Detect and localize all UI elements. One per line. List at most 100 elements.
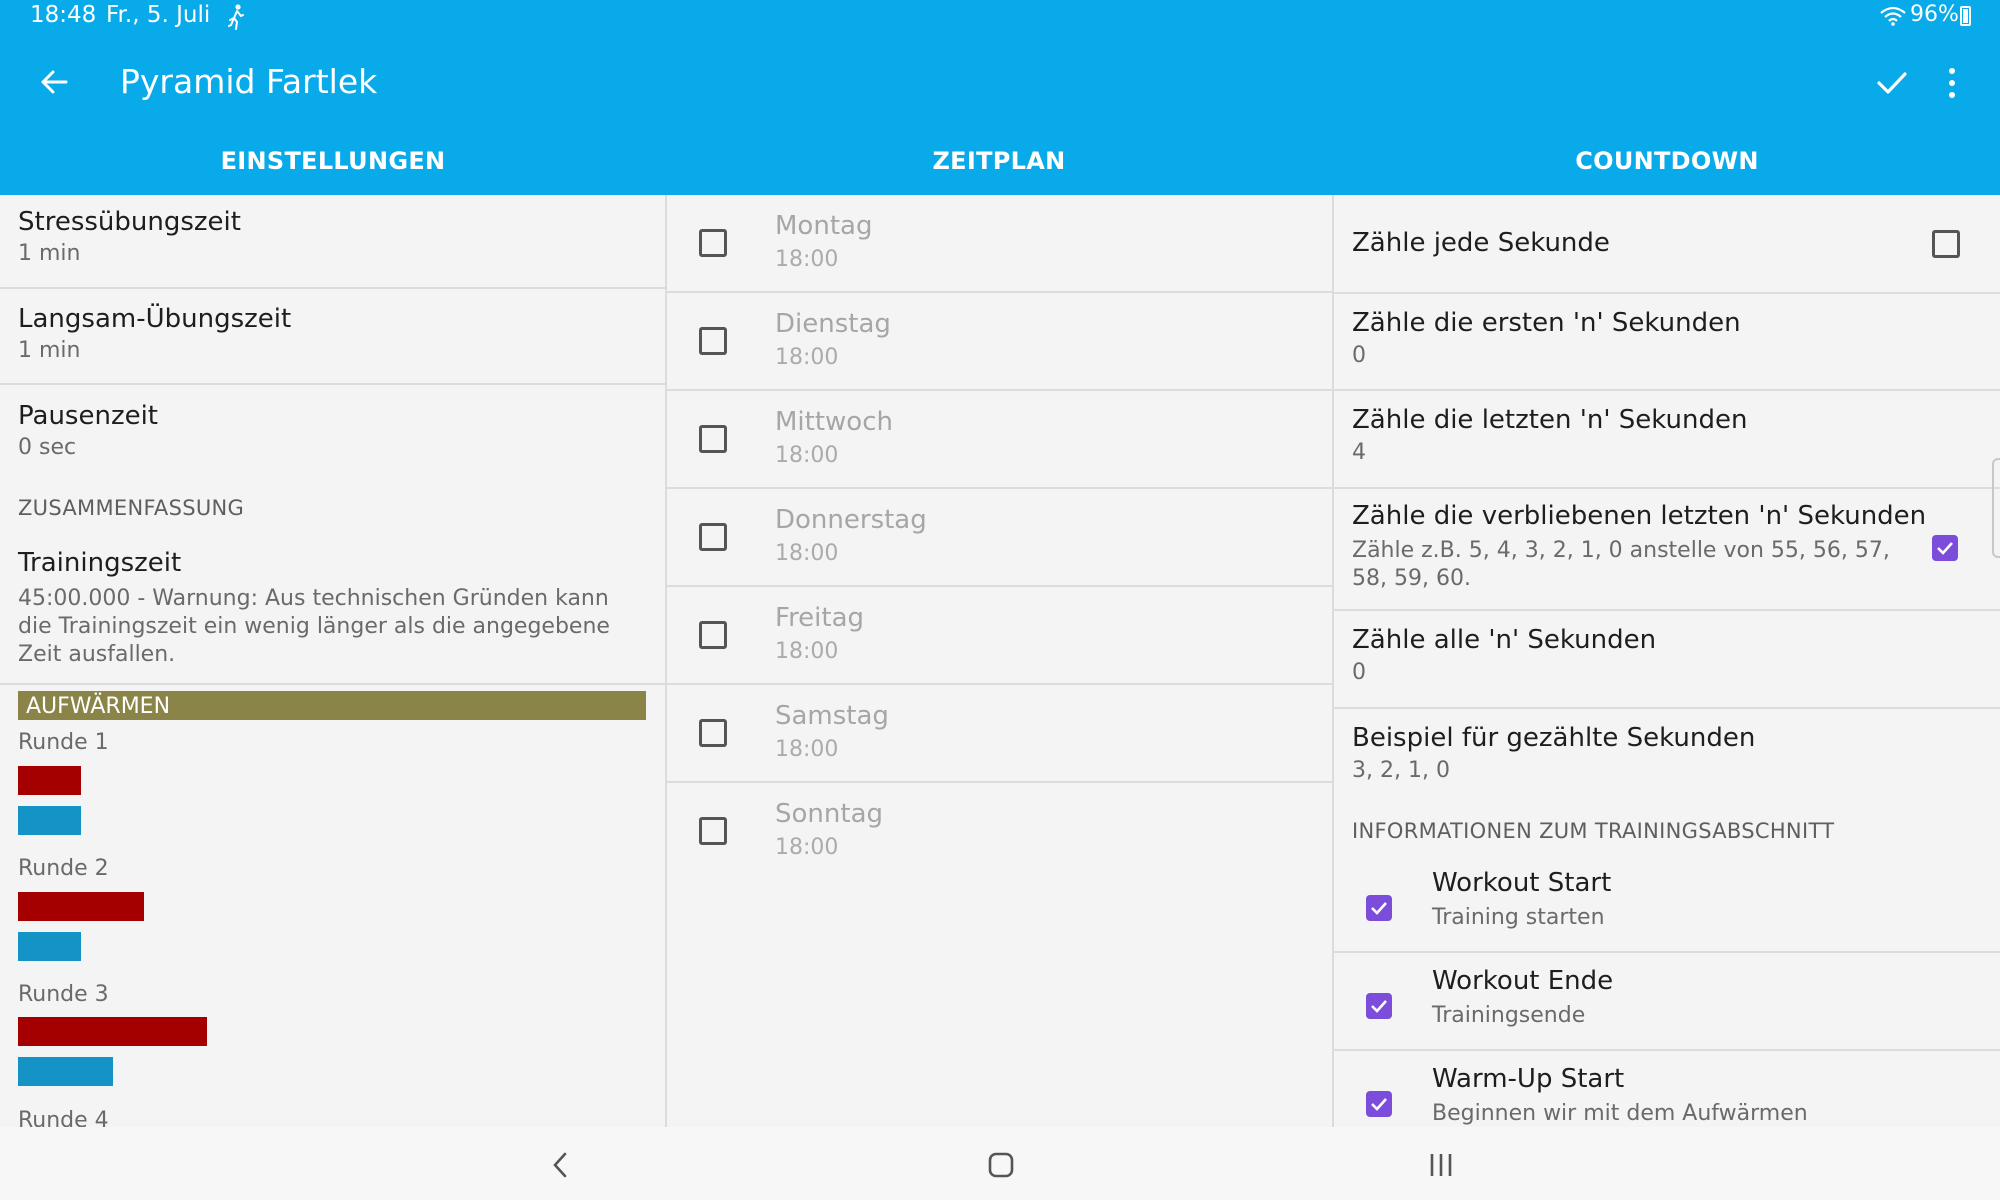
count-first-n-title: Zähle die ersten 'n' Sekunden <box>1352 308 1741 338</box>
training-time-text: 45:00.000 - Warnung: Aus technischen Grü… <box>18 586 610 667</box>
countdown-panel: Zähle jede Sekunde Zähle die ersten 'n' … <box>1334 195 2000 1127</box>
schedule-day-name: Samstag <box>775 701 889 731</box>
app-bar: 18:48 Fr., 5. Juli 96% Pyramid Fartlek E… <box>0 0 2000 195</box>
schedule-day-time: 18:00 <box>775 247 839 272</box>
divider <box>0 287 665 289</box>
status-time: 18:48 <box>30 2 97 28</box>
nav-back-icon[interactable] <box>551 1151 569 1179</box>
divider <box>1334 1049 2000 1051</box>
setting-value: 1 min <box>18 241 81 266</box>
divider <box>0 383 665 385</box>
count-each-second-checkbox[interactable] <box>1932 230 1960 258</box>
setting-title: Langsam-Übungszeit <box>18 304 292 334</box>
divider <box>1334 389 2000 391</box>
check-icon[interactable] <box>1875 66 1909 100</box>
info-item-desc: Trainingsende <box>1432 1003 1586 1028</box>
system-nav-bar <box>0 1127 2000 1200</box>
schedule-day-name: Montag <box>775 211 873 241</box>
round-2-fast-bar <box>18 892 144 921</box>
setting-title: Stressübungszeit <box>18 207 241 237</box>
divider <box>1334 487 2000 489</box>
schedule-day-time: 18:00 <box>775 737 839 762</box>
battery-icon <box>1960 6 1971 26</box>
divider <box>1334 609 2000 611</box>
schedule-day-time: 18:00 <box>775 639 839 664</box>
divider <box>667 683 1332 685</box>
schedule-day-checkbox[interactable] <box>699 229 727 257</box>
check-mark-icon <box>1371 1000 1387 1013</box>
count-remaining-checkbox[interactable] <box>1932 535 1958 561</box>
count-every-n-value: 0 <box>1352 660 1366 685</box>
round-label: Runde 3 <box>18 982 109 1007</box>
count-every-n-title: Zähle alle 'n' Sekunden <box>1352 625 1657 655</box>
schedule-day-name: Mittwoch <box>775 407 893 437</box>
schedule-day-name: Dienstag <box>775 309 891 339</box>
info-item-desc: Training starten <box>1432 905 1605 930</box>
setting-title: Pausenzeit <box>18 401 159 431</box>
divider <box>1334 951 2000 953</box>
divider <box>667 389 1332 391</box>
nav-recents-icon[interactable] <box>1428 1151 1454 1179</box>
tab-countdown[interactable]: COUNTDOWN <box>1334 147 2000 175</box>
count-first-n-value: 0 <box>1352 343 1366 368</box>
wifi-icon <box>1880 6 1906 26</box>
schedule-day-checkbox[interactable] <box>699 425 727 453</box>
example-value: 3, 2, 1, 0 <box>1352 758 1450 783</box>
round-3-slow-bar <box>18 1057 113 1086</box>
count-remaining-desc: Zähle z.B. 5, 4, 3, 2, 1, 0 anstelle von… <box>1352 538 1890 591</box>
check-mark-icon <box>1371 902 1387 915</box>
tab-einstellungen[interactable]: EINSTELLUNGEN <box>0 147 666 175</box>
warmup-bar: AUFWÄRMEN <box>18 691 646 720</box>
schedule-day-checkbox[interactable] <box>699 719 727 747</box>
schedule-day-checkbox[interactable] <box>699 817 727 845</box>
info-item-checkbox[interactable] <box>1366 993 1392 1019</box>
summary-header: ZUSAMMENFASSUNG <box>18 496 245 520</box>
count-last-n-value: 4 <box>1352 440 1366 465</box>
info-item-checkbox[interactable] <box>1366 1091 1392 1117</box>
info-item-title: Workout Ende <box>1432 966 1614 996</box>
divider <box>0 683 665 685</box>
info-item-title: Workout Start <box>1432 868 1612 898</box>
divider <box>667 291 1332 293</box>
info-item-title: Warm-Up Start <box>1432 1064 1625 1094</box>
settings-panel: Stressübungszeit 1 min Langsam-Übungszei… <box>0 195 665 1127</box>
tab-zeitplan[interactable]: ZEITPLAN <box>666 147 1332 175</box>
schedule-day-name: Donnerstag <box>775 505 927 535</box>
schedule-day-time: 18:00 <box>775 835 839 860</box>
schedule-day-name: Freitag <box>775 603 865 633</box>
divider <box>667 487 1332 489</box>
schedule-day-checkbox[interactable] <box>699 621 727 649</box>
training-time-title: Trainingszeit <box>18 548 182 578</box>
round-2-slow-bar <box>18 932 81 961</box>
schedule-day-time: 18:00 <box>775 541 839 566</box>
info-item-checkbox[interactable] <box>1366 895 1392 921</box>
example-title: Beispiel für gezählte Sekunden <box>1352 723 1756 753</box>
count-last-n-title: Zähle die letzten 'n' Sekunden <box>1352 405 1748 435</box>
battery-level: 96% <box>1910 2 1959 27</box>
status-date: Fr., 5. Juli <box>106 2 211 28</box>
schedule-panel: Montag 18:00 Dienstag 18:00 Mittwoch 18:00 Don… <box>667 195 1332 1127</box>
setting-value: 0 sec <box>18 435 77 460</box>
round-label: Runde 4 <box>18 1108 109 1127</box>
schedule-day-time: 18:00 <box>775 345 839 370</box>
info-header: INFORMATIONEN ZUM TRAININGSABSCHNITT <box>1352 819 1835 843</box>
schedule-day-checkbox[interactable] <box>699 523 727 551</box>
count-each-second-title: Zähle jede Sekunde <box>1352 228 1610 258</box>
page-title: Pyramid Fartlek <box>120 62 378 101</box>
divider <box>667 585 1332 587</box>
schedule-day-checkbox[interactable] <box>699 327 727 355</box>
edge-panel-handle[interactable] <box>1992 458 2000 558</box>
nav-home-icon[interactable] <box>988 1152 1014 1178</box>
runner-icon <box>228 4 244 30</box>
info-item-desc: Beginnen wir mit dem Aufwärmen <box>1432 1101 1808 1126</box>
back-arrow-icon[interactable] <box>38 66 70 98</box>
divider <box>667 781 1332 783</box>
round-1-fast-bar <box>18 766 81 795</box>
divider <box>1334 292 2000 294</box>
round-label: Runde 1 <box>18 730 109 755</box>
round-3-fast-bar <box>18 1017 207 1046</box>
check-mark-icon <box>1937 542 1953 555</box>
more-vert-icon[interactable] <box>1940 66 1964 100</box>
setting-value: 1 min <box>18 338 81 363</box>
warmup-label: AUFWÄRMEN <box>26 694 171 719</box>
